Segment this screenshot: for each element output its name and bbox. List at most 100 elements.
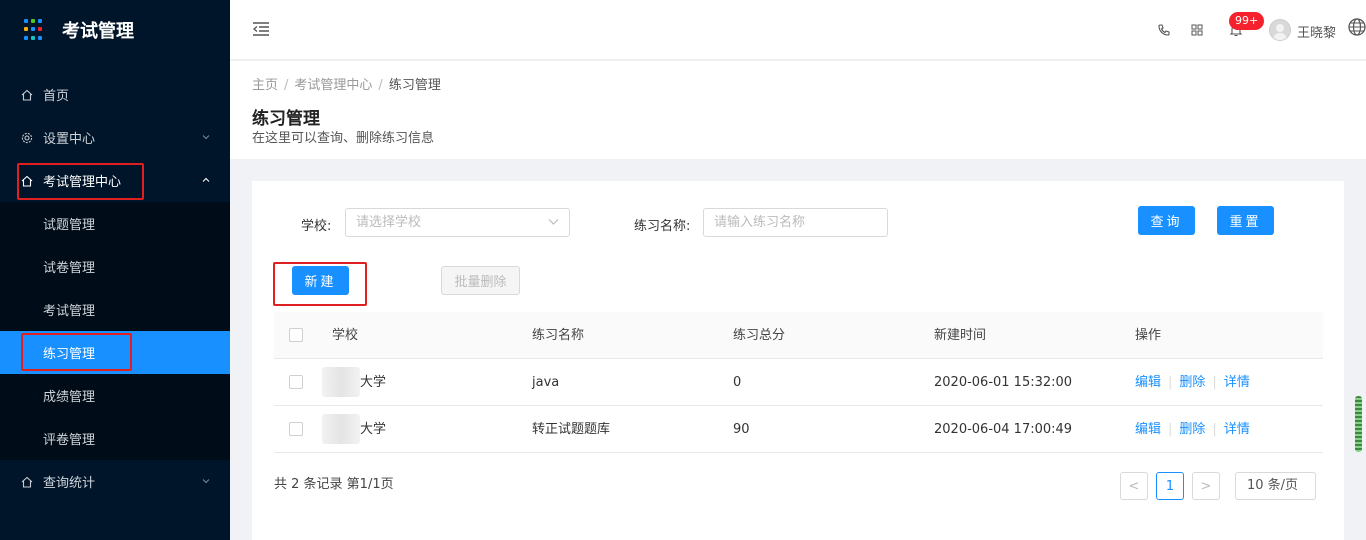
page-size-select[interactable]: 10 条/页	[1235, 472, 1316, 500]
batch-delete-button: 批量删除	[441, 266, 520, 295]
sidebar-subitem-grading[interactable]: 评卷管理	[0, 417, 230, 460]
query-button[interactable]: 查询	[1138, 206, 1195, 235]
next-page-button[interactable]: >	[1192, 472, 1220, 500]
sidebar: 考试管理 首页 设置中心 考试管理中心 试题管理 试卷管理 考试管理 练习管理 …	[0, 0, 230, 540]
action-separator: |	[1168, 422, 1173, 437]
chevron-down-icon	[202, 135, 210, 140]
logo-dot	[38, 35, 42, 40]
breadcrumb: 主页 / 考试管理中心 / 练习管理	[252, 74, 441, 93]
breadcrumb-separator: /	[378, 78, 383, 93]
breadcrumb-home[interactable]: 主页	[252, 78, 278, 93]
chevron-down-icon	[548, 219, 559, 225]
column-header-actions: 操作	[1135, 328, 1162, 343]
breadcrumb-current: 练习管理	[388, 78, 441, 93]
sidebar-subitem-practice[interactable]: 练习管理	[0, 331, 230, 374]
school-select[interactable]: 请选择学校	[345, 208, 570, 237]
practice-table: 学校 练习名称 练习总分 新建时间 操作 大学 java 0 2020-06-0…	[274, 312, 1323, 453]
new-button[interactable]: 新建	[292, 266, 349, 295]
globe-icon[interactable]	[1347, 17, 1366, 37]
sidebar-item-exam-center[interactable]: 考试管理中心	[0, 159, 230, 202]
practice-name-input[interactable]	[703, 208, 888, 237]
sidebar-menu: 首页 设置中心 考试管理中心 试题管理 试卷管理 考试管理 练习管理 成绩管理 …	[0, 73, 230, 503]
select-all-checkbox[interactable]	[289, 328, 303, 342]
breadcrumb-separator: /	[284, 78, 289, 93]
top-header: 99+ 王晓黎	[230, 0, 1366, 60]
table-row: 大学 java 0 2020-06-01 15:32:00 编辑 | 删除 | 详情	[274, 359, 1323, 406]
main-card: 学校: 请选择学校 练习名称: 查询 重置 新建 批量删除 学校 练习名称 练习…	[252, 181, 1344, 540]
logo-dot	[24, 27, 28, 32]
brand[interactable]: 考试管理	[0, 0, 230, 60]
prev-page-button[interactable]: <	[1120, 472, 1148, 500]
page-header: 主页 / 考试管理中心 / 练习管理 练习管理 在这里可以查询、删除练习信息	[230, 61, 1366, 159]
redacted-school-name	[322, 367, 360, 397]
row-checkbox[interactable]	[289, 422, 303, 436]
notification-badge: 99+	[1229, 12, 1265, 30]
delete-link[interactable]: 删除	[1179, 422, 1205, 437]
delete-link[interactable]: 删除	[1179, 375, 1205, 390]
logo-dot	[38, 19, 42, 23]
chevron-down-icon	[202, 479, 210, 484]
apps-icon[interactable]	[1189, 22, 1205, 38]
logo-dot	[24, 35, 28, 40]
practice-name-label: 练习名称:	[634, 219, 691, 234]
avatar[interactable]	[1269, 19, 1291, 41]
page-description: 在这里可以查询、删除练习信息	[252, 131, 435, 146]
sidebar-subitem-papers[interactable]: 试卷管理	[0, 245, 230, 288]
logo-dot	[24, 19, 28, 23]
cell-name: java	[532, 375, 560, 390]
chevron-up-icon	[202, 177, 210, 182]
scrollbar-thumb[interactable]	[1355, 396, 1362, 452]
cell-created: 2020-06-04 17:00:49	[934, 422, 1073, 437]
detail-link[interactable]: 详情	[1224, 375, 1250, 390]
column-header-school: 学校	[332, 328, 359, 343]
sidebar-item-label: 考试管理中心	[43, 175, 122, 190]
cell-school: 大学	[360, 422, 387, 437]
page-1-button[interactable]: 1	[1156, 472, 1184, 500]
sidebar-subitem-questions[interactable]: 试题管理	[0, 202, 230, 245]
logo-dot	[31, 27, 35, 32]
breadcrumb-parent[interactable]: 考试管理中心	[294, 78, 372, 93]
table-header: 学校 练习名称 练习总分 新建时间 操作	[274, 312, 1323, 359]
phone-icon[interactable]	[1156, 22, 1172, 38]
school-select-placeholder: 请选择学校	[356, 215, 422, 230]
sidebar-item-label: 首页	[43, 89, 70, 104]
detail-link[interactable]: 详情	[1224, 422, 1250, 437]
cell-created: 2020-06-01 15:32:00	[934, 375, 1073, 390]
page-title: 练习管理	[252, 109, 320, 129]
gear-icon	[21, 132, 33, 143]
sidebar-item-home[interactable]: 首页	[0, 73, 230, 116]
table-row: 大学 转正试题题库 90 2020-06-04 17:00:49 编辑 | 删除 | 详…	[274, 406, 1323, 453]
reset-button[interactable]: 重置	[1217, 206, 1274, 235]
action-separator: |	[1212, 375, 1217, 390]
sidebar-subitem-scores[interactable]: 成绩管理	[0, 374, 230, 417]
cell-score: 0	[733, 375, 742, 390]
logo-dot	[31, 35, 35, 40]
username[interactable]: 王晓黎	[1297, 22, 1336, 41]
cell-name: 转正试题题库	[532, 422, 611, 437]
exam-center-submenu: 试题管理 试卷管理 考试管理 练习管理 成绩管理 评卷管理	[0, 202, 230, 460]
column-header-name: 练习名称	[532, 328, 585, 343]
edit-link[interactable]: 编辑	[1135, 375, 1161, 390]
sidebar-item-label: 设置中心	[43, 132, 96, 147]
sidebar-item-label: 查询统计	[43, 476, 96, 491]
action-separator: |	[1212, 422, 1217, 437]
cell-actions: 编辑 | 删除 | 详情	[1135, 359, 1250, 406]
edit-link[interactable]: 编辑	[1135, 422, 1161, 437]
home-icon	[21, 89, 33, 101]
column-header-score: 练习总分	[733, 328, 786, 343]
sidebar-item-query-stats[interactable]: 查询统计	[0, 460, 230, 503]
sidebar-item-settings[interactable]: 设置中心	[0, 116, 230, 159]
logo-dot	[31, 19, 35, 23]
cell-score: 90	[733, 422, 750, 437]
sidebar-subitem-exams[interactable]: 考试管理	[0, 288, 230, 331]
cell-actions: 编辑 | 删除 | 详情	[1135, 406, 1250, 453]
logo-dot	[38, 27, 42, 32]
action-separator: |	[1168, 375, 1173, 390]
pagination-summary: 共 2 条记录 第1/1页	[274, 477, 394, 492]
menu-fold-icon[interactable]	[252, 21, 270, 37]
redacted-school-name	[322, 414, 360, 444]
home-icon	[21, 175, 33, 187]
school-label: 学校:	[301, 219, 332, 234]
grid-logo-icon	[24, 19, 46, 41]
row-checkbox[interactable]	[289, 375, 303, 389]
